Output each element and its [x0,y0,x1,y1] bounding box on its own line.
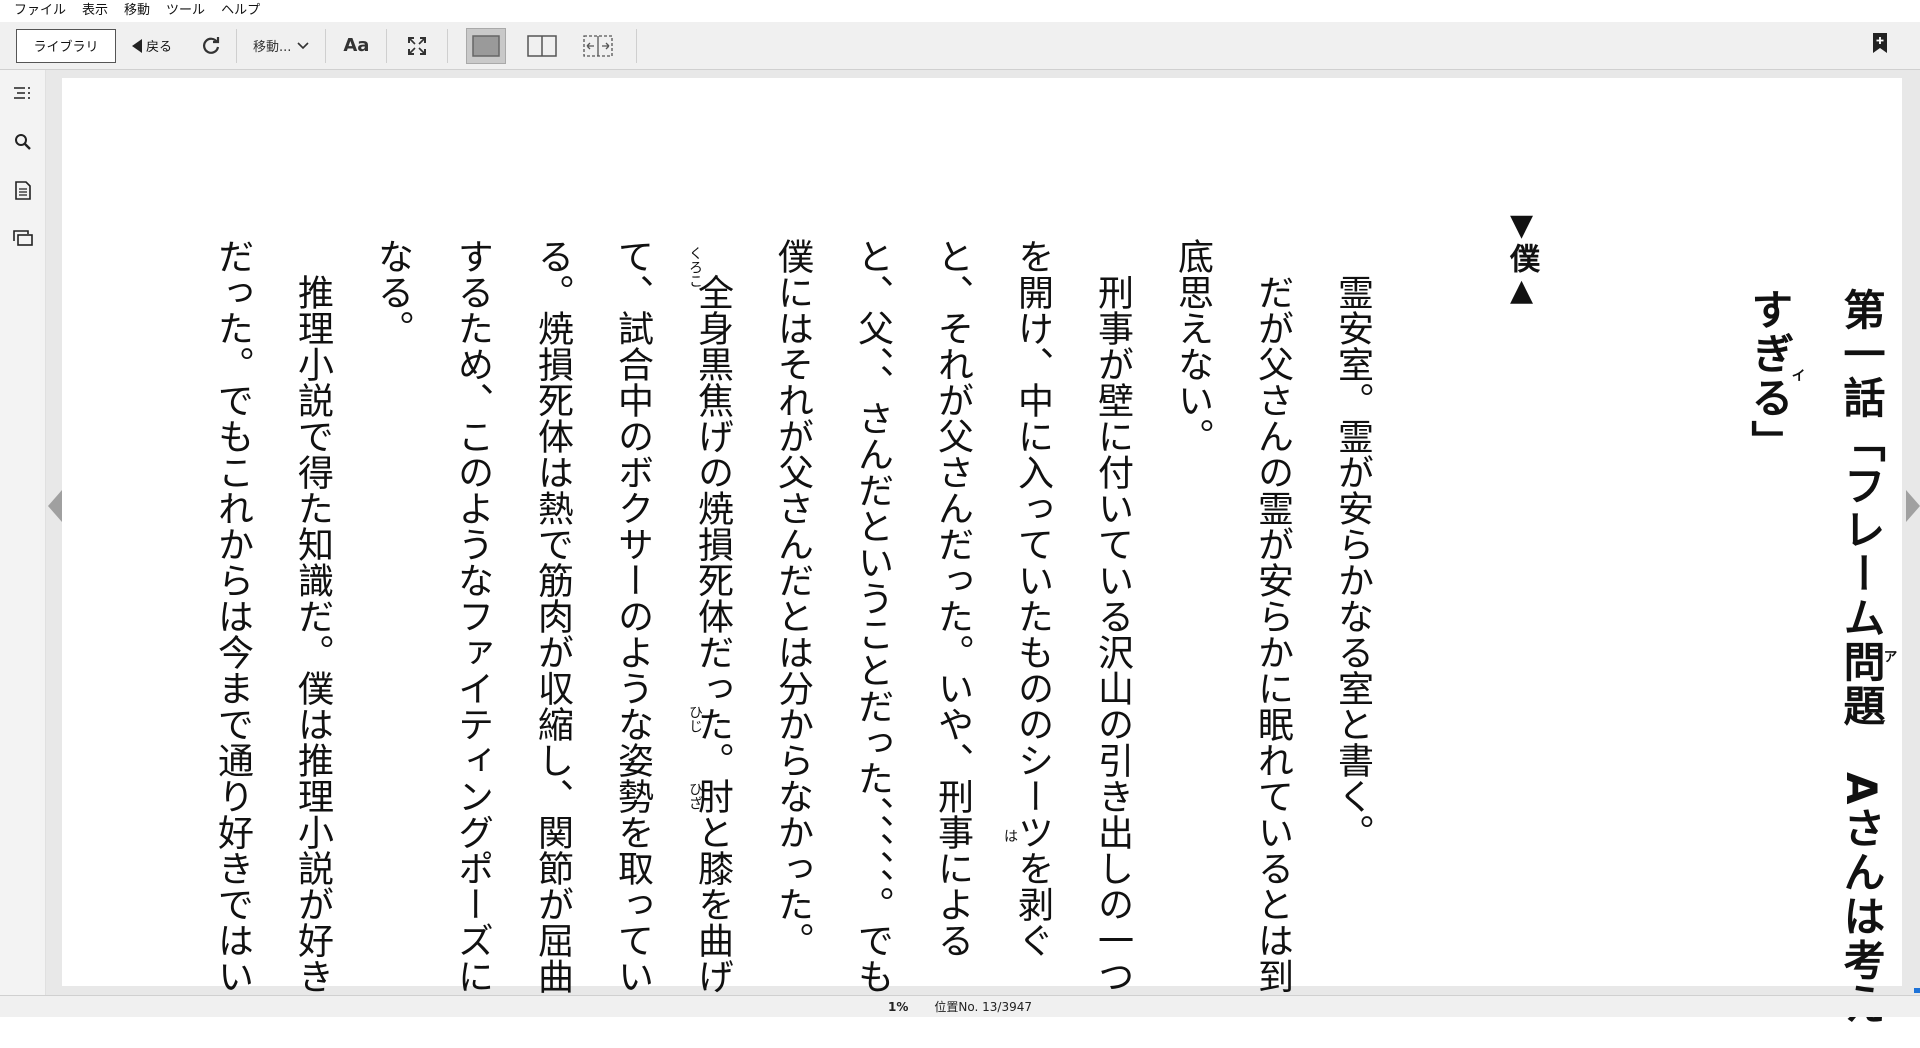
menu-file[interactable]: ファイル [6,0,74,22]
sync-icon [203,36,220,54]
fullscreen-button[interactable] [397,29,437,63]
fit-width-view-button[interactable] [578,28,618,64]
toolbar-divider [447,28,449,63]
paragraph: 全身黒焦げの焼損死体だった。肘と膝を曲げて、試合中のボクサーのような姿勢を取って… [372,238,733,994]
two-page-view-button[interactable] [522,28,562,64]
search-button[interactable] [0,118,46,166]
single-page-view-button[interactable] [466,27,507,64]
single-page-icon [472,34,501,57]
chapter-title: 第一話「フレーム問題 Aさんは考えすぎる」 アイ [1723,288,1907,1048]
paragraph: 刑事が壁に付いている沢山の引き出しの一つを開け、中に入っていたもののシーツを剥ぐ… [772,238,1133,994]
chapter-title-text: 第一話「フレーム問題 Aさんは考えすぎる」 アイ [1745,288,1898,1027]
toolbar-divider [636,28,638,63]
goto-label: 移動... [253,40,292,55]
menu-help[interactable]: ヘルプ [213,0,268,22]
menu-view[interactable]: 表示 [74,0,116,22]
back-arrow-icon [132,38,142,53]
toolbar-divider [236,28,238,63]
ruby-kuroko: くろこ [687,246,703,288]
toolbar-divider [325,28,327,63]
ruby-hiza: ひざ [687,782,703,810]
notes-icon [15,180,31,200]
toolbar-divider [386,28,388,63]
goto-dropdown[interactable]: 移動... [247,29,315,63]
flashcards-button[interactable] [0,214,46,262]
fullscreen-icon [408,36,427,55]
notes-button[interactable] [0,166,46,214]
status-bar: 1% 位置No. 13/3947 [0,995,1920,1017]
menu-tools[interactable]: ツール [158,0,213,22]
fit-width-icon [583,34,614,57]
table-of-contents-icon [14,87,30,99]
next-page-arrow-icon[interactable] [1906,490,1920,522]
book-page[interactable]: 第一話「フレーム問題 Aさんは考えすぎる」 アイ ▼僕▲ 霊安室。霊が安らかなる室… [62,78,1902,1027]
body-text: 霊安室。霊が安らかなる室と書く。 だが父さんの霊が安らかに眠れているとは到底思え… [212,238,1392,1018]
toolbar: ライブラリ 戻る 移動... Aa [0,22,1920,70]
reading-progress-percent: 1% [888,999,909,1014]
flashcards-icon [13,230,33,246]
previous-page-arrow-icon[interactable] [48,490,62,522]
library-button[interactable]: ライブラリ [16,28,116,63]
location-indicator[interactable]: 位置No. 13/3947 [934,998,1032,1015]
ruby-hiji: ひじ [687,705,703,733]
back-button[interactable]: 戻る [128,29,176,63]
search-icon [15,134,31,150]
reader-area: 第一話「フレーム問題 Aさんは考えすぎる」 アイ ▼僕▲ 霊安室。霊が安らかなる室… [46,70,1920,1027]
bookmark-button[interactable] [1872,32,1890,58]
progress-indicator [1914,988,1920,993]
bookmark-add-icon [1873,33,1887,53]
ruby-hagu: は [1004,829,1018,845]
narrator-label: ▼僕▲ [1504,208,1539,308]
paragraph: 霊安室。霊が安らかなる室と書く。 [1332,274,1373,850]
menu-go[interactable]: 移動 [116,0,158,22]
two-page-icon [527,34,558,57]
table-of-contents-button[interactable] [0,70,46,118]
left-sidebar [0,70,46,995]
chevron-down-icon [297,41,309,49]
menu-bar: ファイル 表示 移動 ツール ヘルプ [0,0,1920,22]
paragraph: 推理小説で得た知識だ。僕は推理小説が好きだった。でもこれからは今まで通り好きでは… [212,238,333,994]
paragraph: だが父さんの霊が安らかに眠れているとは到底思えない。 [1172,238,1293,994]
sync-button[interactable] [196,29,226,63]
back-label: 戻る [146,40,173,55]
font-settings-button[interactable]: Aa [336,29,376,63]
